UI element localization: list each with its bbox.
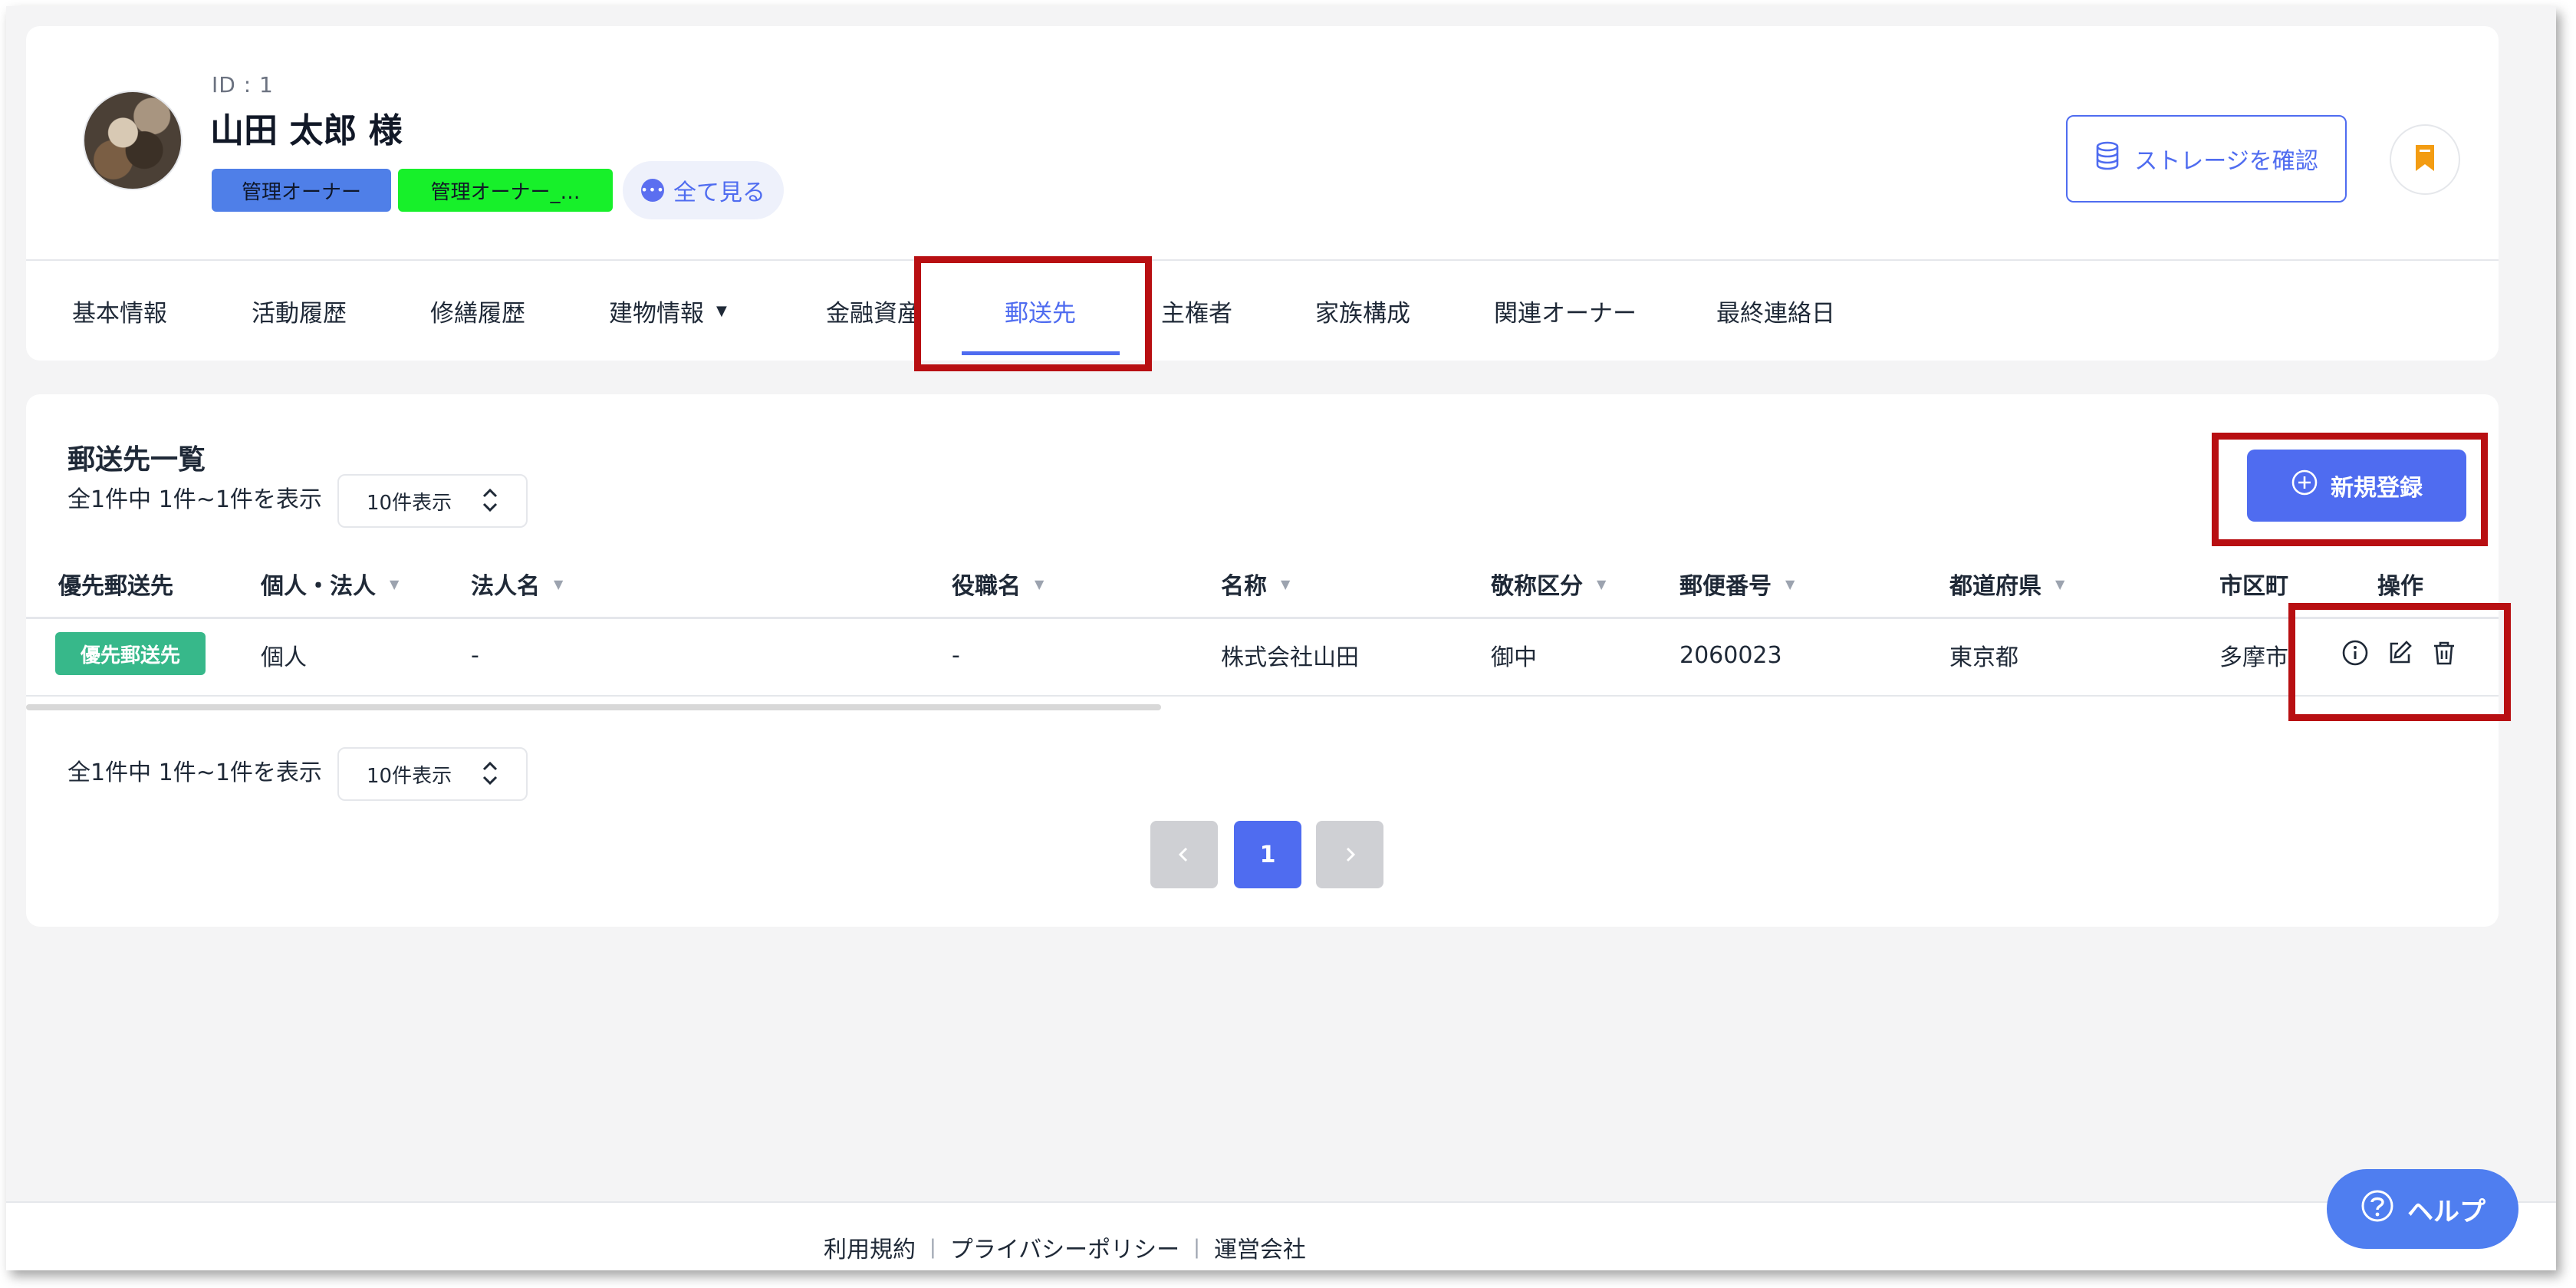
cell-corp-name: - (471, 641, 479, 669)
column-header[interactable]: 市区町村 (2219, 565, 2288, 603)
result-summary-bottom: 全1件中 1件~1件を表示 (67, 759, 322, 786)
pagination-page-button[interactable]: 1 (1234, 821, 1301, 888)
caret-down-icon: ▼ (716, 302, 727, 319)
sort-icon: ▼ (1597, 576, 1607, 591)
owner-tag[interactable]: 管理オーナー (212, 169, 391, 212)
cell-honorific: 御中 (1491, 644, 1537, 671)
tab-last-contact[interactable]: 最終連絡日 (1716, 261, 1835, 361)
bookmark-icon (2413, 143, 2436, 176)
tab-basic-info[interactable]: 基本情報 (72, 261, 167, 361)
privacy-link[interactable]: プライバシーポリシー (950, 1230, 1179, 1264)
bookmark-button[interactable] (2390, 124, 2460, 195)
column-header[interactable]: 法人名 ▼ (471, 565, 563, 603)
help-label: ヘルプ (2407, 1196, 2486, 1227)
sort-icon: ▼ (1281, 576, 1291, 591)
list-title: 郵送先一覧 (67, 444, 206, 476)
column-header[interactable]: 役職名 ▼ (952, 565, 1044, 603)
database-icon (2094, 141, 2120, 176)
cell-prefecture: 東京都 (1949, 644, 2018, 671)
check-storage-label: ストレージを確認 (2134, 148, 2318, 175)
tab-family[interactable]: 家族構成 (1315, 261, 1410, 361)
highlight-box (2212, 433, 2488, 546)
see-all-label: 全て見る (673, 180, 765, 206)
per-page-select[interactable]: 10件表示 (337, 474, 528, 528)
pagination-prev-button[interactable] (1150, 821, 1218, 888)
tab-building-info[interactable]: 建物情報 ▼ (609, 261, 727, 361)
sort-icon: ▼ (390, 576, 400, 591)
column-header[interactable]: 敬称区分 ▼ (1491, 565, 1606, 603)
highlight-box (2288, 603, 2511, 721)
column-header[interactable]: 都道府県 ▼ (1949, 565, 2064, 603)
see-all-button[interactable]: ••• 全て見る (623, 161, 784, 219)
cell-city: 多摩市 (2219, 644, 2288, 671)
updown-chevron-icon (482, 758, 498, 794)
column-header[interactable]: 優先郵送先 (58, 565, 173, 603)
per-page-select-bottom[interactable]: 10件表示 (337, 747, 528, 801)
footer-separator: | (929, 1236, 936, 1259)
priority-badge: 優先郵送先 (55, 632, 206, 675)
sort-icon: ▼ (1785, 576, 1795, 591)
footer-separator: | (1193, 1236, 1200, 1259)
sort-icon: ▼ (1035, 576, 1045, 591)
company-link[interactable]: 運営会社 (1214, 1230, 1306, 1264)
tab-sovereign[interactable]: 主権者 (1161, 261, 1232, 361)
column-header[interactable]: 名称 ▼ (1221, 565, 1290, 603)
tab-related-owner[interactable]: 関連オーナー (1494, 261, 1637, 361)
footer-links: 利用規約 | プライバシーポリシー | 運営会社 (824, 1230, 1306, 1264)
highlight-box (914, 256, 1152, 371)
question-circle-icon (2360, 1188, 2395, 1230)
updown-chevron-icon (482, 485, 498, 521)
pagination-next-button[interactable] (1316, 821, 1383, 888)
owner-header-card: ID : 1 山田 太郎 様 管理オーナー 管理オーナー_… ••• 全て見る … (26, 26, 2499, 361)
tab-financial-assets[interactable]: 金融資産 (826, 261, 921, 361)
column-header[interactable]: 郵便番号 ▼ (1679, 565, 1795, 603)
chevron-left-icon (1178, 847, 1188, 862)
mailing-list-card: 郵送先一覧 全1件中 1件~1件を表示 10件表示 新規登録 優先郵送先 個人・… (26, 394, 2499, 927)
sort-icon: ▼ (554, 576, 564, 591)
check-storage-button[interactable]: ストレージを確認 (2066, 115, 2347, 203)
horizontal-scrollbar[interactable] (26, 704, 1161, 710)
cell-type: 個人 (261, 644, 307, 671)
avatar (83, 91, 183, 190)
cell-postal-code: 2060023 (1679, 641, 1782, 669)
tab-activity-history[interactable]: 活動履歴 (252, 261, 347, 361)
per-page-value: 10件表示 (367, 764, 452, 788)
owner-tag[interactable]: 管理オーナー_… (398, 169, 613, 212)
tab-repair-history[interactable]: 修繕履歴 (430, 261, 525, 361)
help-button[interactable]: ヘルプ (2327, 1169, 2518, 1249)
terms-link[interactable]: 利用規約 (824, 1230, 916, 1264)
owner-id: ID : 1 (212, 72, 274, 97)
table-header-divider (26, 617, 2499, 619)
column-header: 操作 (2377, 573, 2423, 600)
column-header[interactable]: 個人・法人 ▼ (261, 565, 399, 603)
per-page-value: 10件表示 (367, 491, 452, 515)
cell-name: 株式会社山田 (1221, 644, 1359, 671)
table-row-divider (26, 695, 2499, 697)
cell-position: - (952, 641, 960, 669)
owner-name: 山田 太郎 様 (210, 111, 403, 150)
result-summary: 全1件中 1件~1件を表示 (67, 486, 322, 513)
tab-bar: 基本情報 活動履歴 修繕履歴 建物情報 ▼ 金融資産 郵送先 主権者 家族構成 … (26, 261, 2499, 361)
chevron-right-icon (1346, 847, 1356, 862)
sort-icon: ▼ (2055, 576, 2065, 591)
more-dots-icon: ••• (640, 179, 664, 202)
app-window: ID : 1 山田 太郎 様 管理オーナー 管理オーナー_… ••• 全て見る … (6, 6, 2556, 1270)
